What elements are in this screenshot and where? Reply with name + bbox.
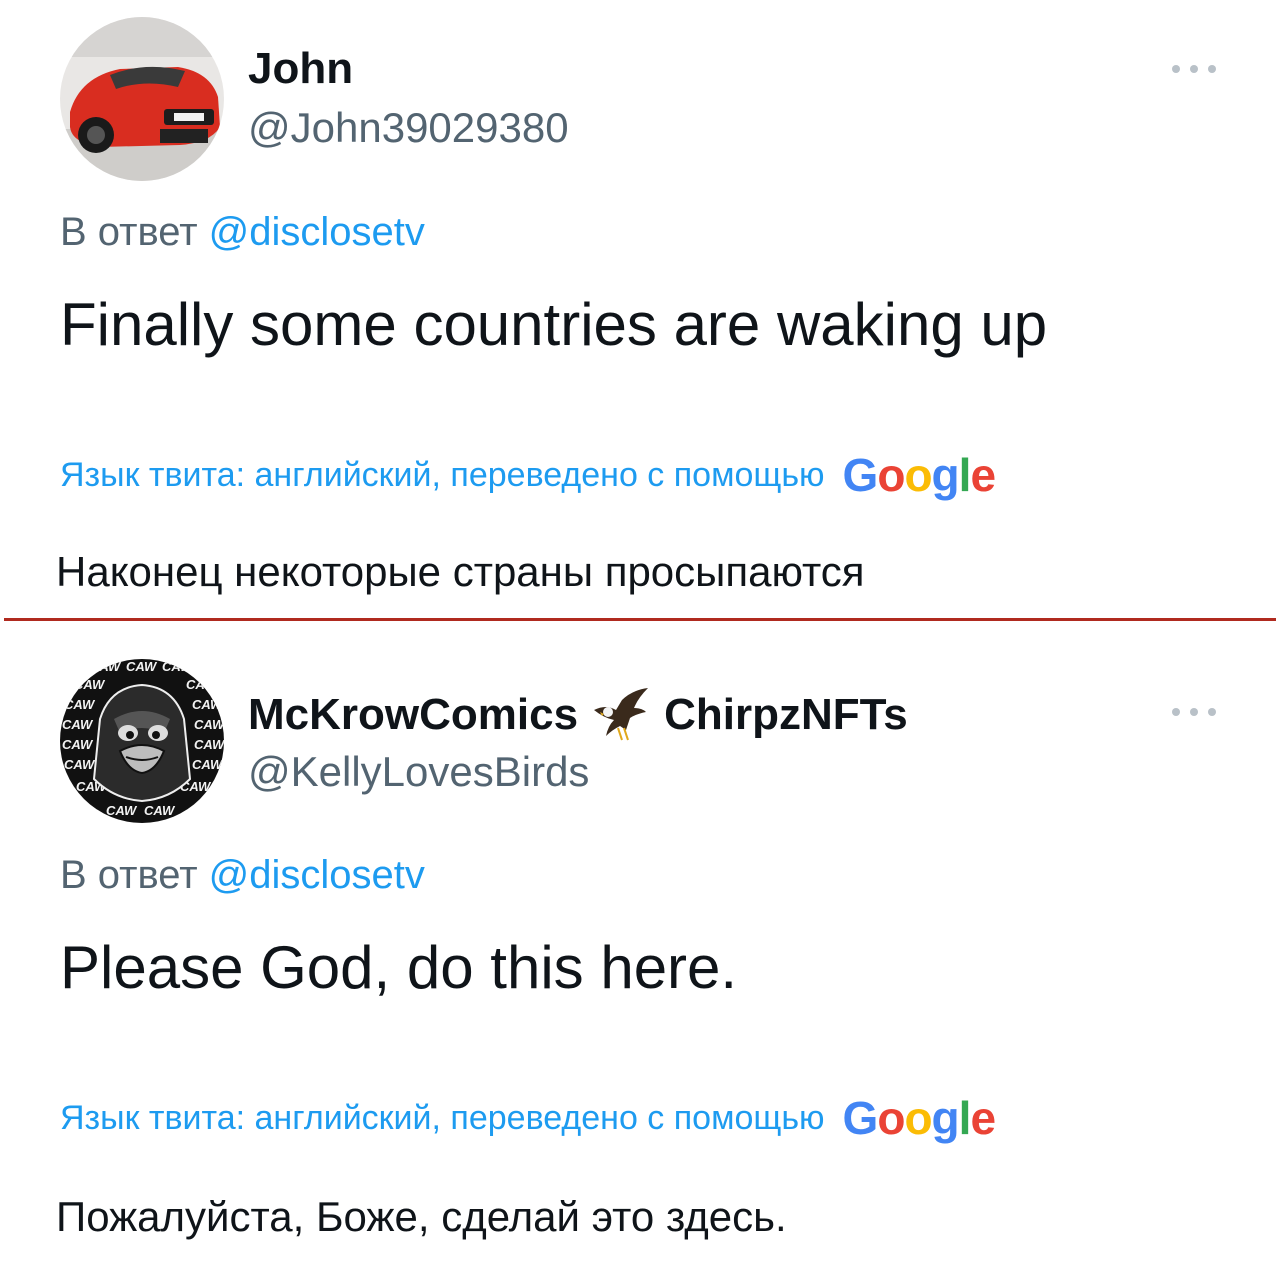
display-name-suffix: ChirpzNFTs: [664, 690, 908, 739]
google-logo: Google: [842, 1091, 996, 1145]
avatar-pattern-text: CAW: [74, 677, 106, 692]
translation-label: Язык твита: английский, переведено с пом…: [60, 1098, 825, 1137]
avatar-pattern-text: CAW: [144, 803, 176, 818]
google-logo-letter: G: [842, 1092, 879, 1144]
google-logo-letter: o: [877, 1092, 905, 1144]
avatar-pattern-text: CAW: [194, 737, 224, 752]
avatar-pattern-text: CAW: [106, 803, 138, 818]
google-logo-letter: e: [970, 1092, 996, 1144]
avatar-pattern-text: CAW: [62, 737, 94, 752]
display-name-text: John: [248, 44, 354, 93]
display-name[interactable]: McKrowComics ChirpzNFTs: [248, 686, 908, 744]
avatar-pattern-text: CAW: [186, 677, 218, 692]
tweet-2: CAW CAW CAW CAW CAW CAW CAW CAW CAW CAW …: [0, 623, 1280, 1280]
red-car-avatar-image: [60, 17, 224, 181]
more-options-icon[interactable]: [1172, 62, 1216, 76]
reply-prefix: В ответ: [60, 853, 198, 897]
avatar-pattern-text: CAW: [162, 659, 194, 674]
translated-text: Пожалуйста, Боже, сделай это здесь.: [56, 1193, 787, 1240]
translation-attribution[interactable]: Язык твита: английский, переведено с пом…: [60, 1091, 996, 1145]
avatar-pattern-text: CAW: [192, 697, 224, 712]
google-logo-letter: o: [877, 449, 905, 501]
translation-attribution[interactable]: Язык твита: английский, переведено с пом…: [60, 448, 996, 502]
google-logo-letter: g: [931, 449, 960, 501]
reply-context: В ответ @disclosetv: [60, 853, 425, 898]
avatar-pattern-text: CAW: [62, 717, 94, 732]
avatar[interactable]: CAW CAW CAW CAW CAW CAW CAW CAW CAW CAW …: [60, 659, 224, 823]
google-logo-letter: o: [904, 449, 932, 501]
translated-text: Наконец некоторые страны просыпаются: [56, 548, 865, 595]
tweet-text: Please God, do this here.: [60, 934, 738, 1001]
avatar-pattern-text: CAW: [64, 697, 96, 712]
display-name[interactable]: John: [248, 44, 353, 94]
google-logo-letter: l: [958, 1092, 972, 1144]
reply-mention-link[interactable]: @disclosetv: [209, 853, 425, 897]
tweet-1: John @John39029380 В ответ @disclosetv F…: [0, 0, 1280, 618]
google-logo-letter: o: [904, 1092, 932, 1144]
eagle-icon: [594, 688, 649, 741]
avatar-pattern-text: CAW: [64, 757, 96, 772]
avatar-pattern-text: CAW: [126, 659, 158, 674]
google-logo: Google: [842, 448, 996, 502]
google-logo-letter: G: [842, 449, 879, 501]
avatar-pattern-text: CAW: [194, 717, 224, 732]
user-handle[interactable]: @KellyLovesBirds: [248, 748, 589, 796]
reply-mention-link[interactable]: @disclosetv: [209, 210, 425, 254]
avatar-pattern-text: CAW: [90, 659, 122, 674]
user-handle[interactable]: @John39029380: [248, 104, 569, 152]
google-logo-letter: l: [958, 449, 972, 501]
translation-label: Язык твита: английский, переведено с пом…: [60, 455, 825, 494]
avatar[interactable]: [60, 17, 224, 181]
divider: [4, 618, 1276, 621]
google-logo-letter: g: [931, 1092, 960, 1144]
reply-prefix: В ответ: [60, 210, 198, 254]
google-logo-letter: e: [970, 449, 996, 501]
more-options-icon[interactable]: [1172, 705, 1216, 719]
reply-context: В ответ @disclosetv: [60, 210, 425, 255]
crow-avatar-image: CAW CAW CAW CAW CAW CAW CAW CAW CAW CAW …: [60, 659, 224, 823]
avatar-pattern-text: CAW: [192, 757, 224, 772]
tweet-text: Finally some countries are waking up: [60, 291, 1048, 358]
display-name-text: McKrowComics: [248, 690, 579, 739]
